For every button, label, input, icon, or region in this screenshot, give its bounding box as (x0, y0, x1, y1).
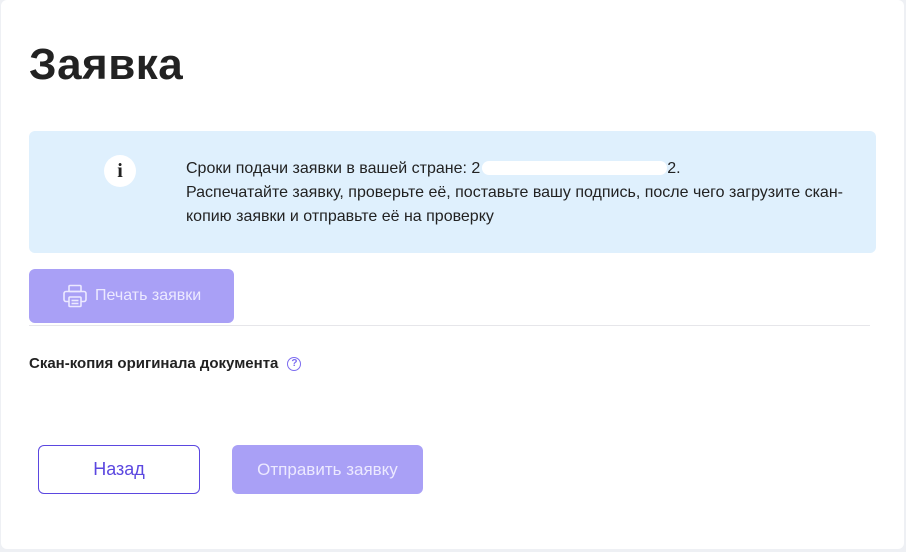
back-button[interactable]: Назад (38, 445, 200, 494)
redacted-date (482, 161, 668, 175)
deadline-line: Сроки подачи заявки в вашей стране: 2 2. (186, 157, 866, 181)
instructions-text: Распечатайте заявку, проверьте её, поста… (186, 184, 843, 225)
print-button-label: Печать заявки (95, 287, 202, 304)
page-title: Заявка (29, 40, 184, 89)
scan-copy-label: Скан-копия оригинала документа (29, 355, 279, 372)
deadline-prefix: Сроки подачи заявки в вашей стране: 2 (186, 160, 481, 177)
info-notice: i Сроки подачи заявки в вашей стране: 2 2… (29, 131, 876, 253)
print-application-button[interactable]: Печать заявки (29, 269, 234, 323)
divider (29, 325, 870, 326)
info-icon: i (104, 155, 136, 187)
info-text: Сроки подачи заявки в вашей стране: 2 2. … (186, 157, 866, 229)
printer-icon (62, 284, 88, 308)
question-circle-icon[interactable]: ? (287, 356, 302, 371)
scan-copy-section: Скан-копия оригинала документа ? (29, 355, 302, 372)
application-card: Заявка i Сроки подачи заявки в вашей стр… (1, 0, 904, 549)
submit-application-button[interactable]: Отправить заявку (232, 445, 423, 494)
deadline-suffix: 2. (667, 160, 681, 177)
